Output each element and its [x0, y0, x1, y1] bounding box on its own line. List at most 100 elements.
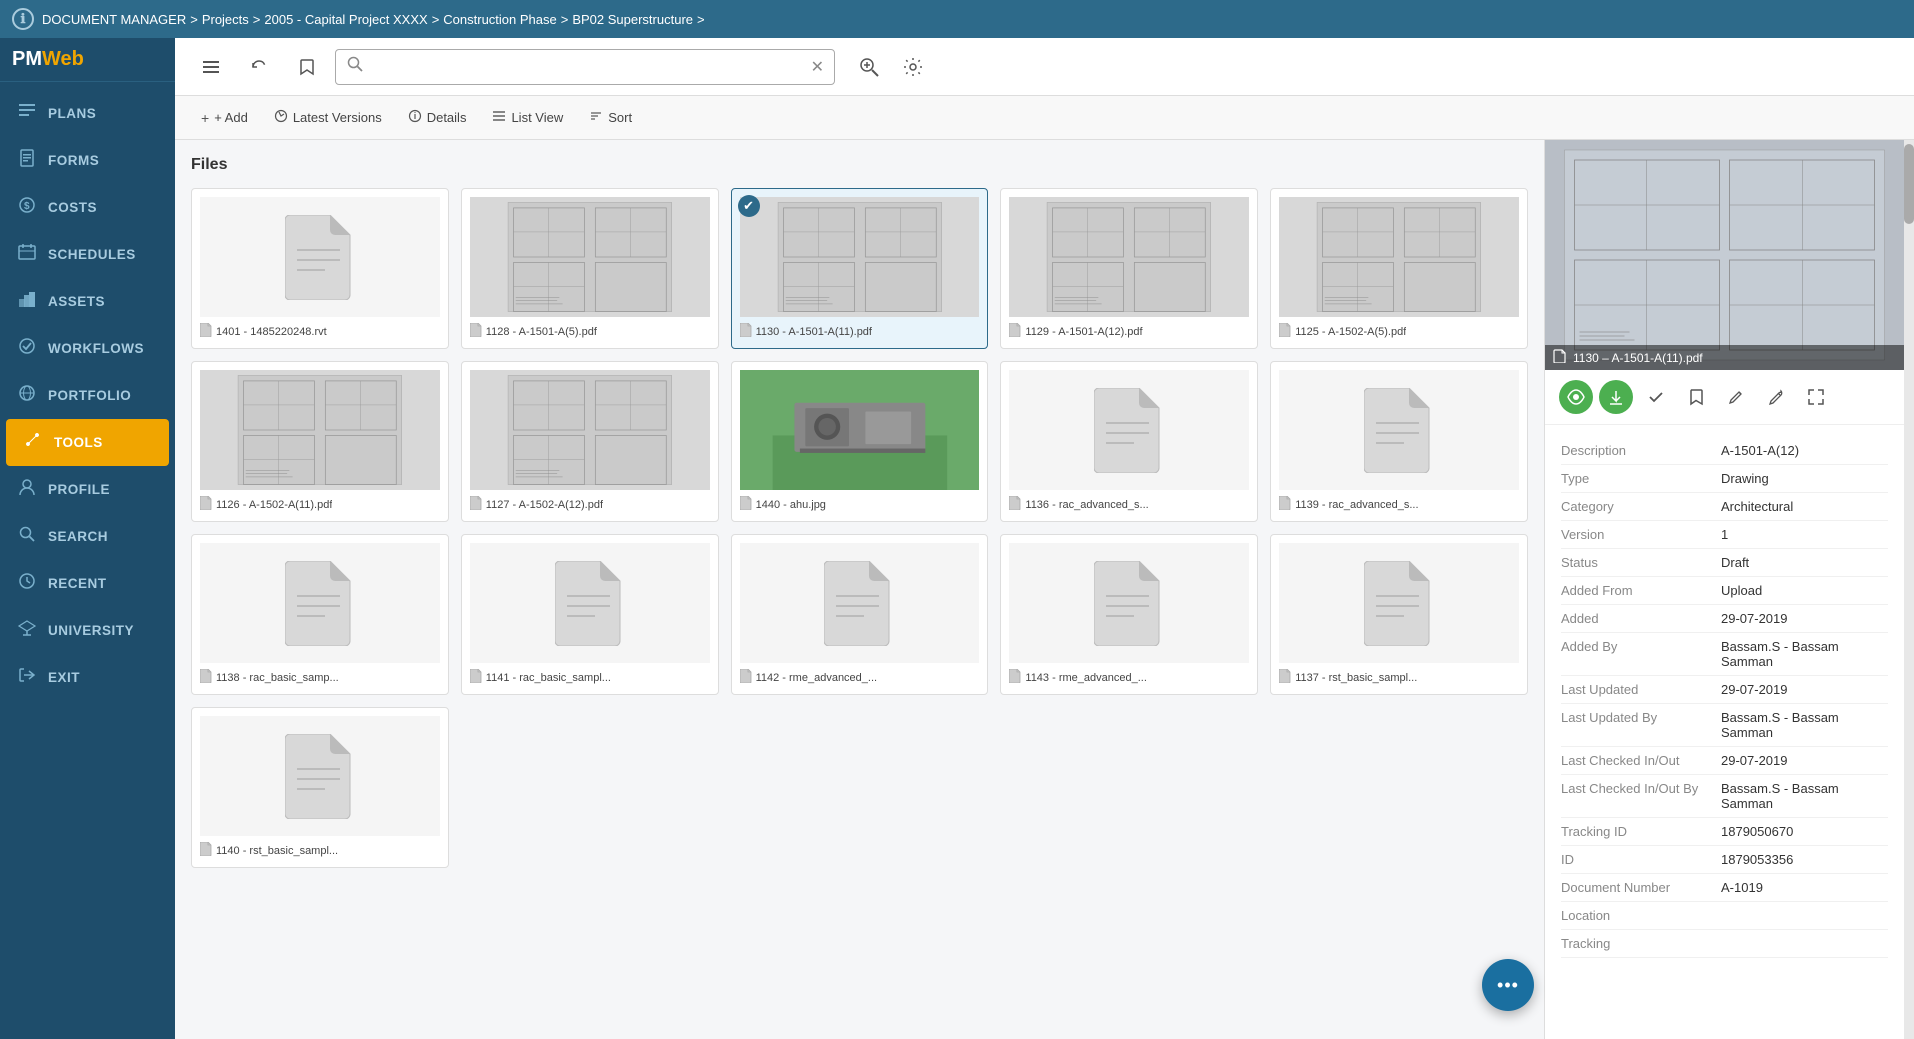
scrollbar-track[interactable] [1904, 140, 1914, 1039]
settings-button[interactable] [895, 49, 931, 85]
hamburger-button[interactable] [191, 51, 231, 83]
meta-value: 29-07-2019 [1721, 682, 1888, 697]
detail-bookmark-button[interactable] [1679, 380, 1713, 414]
file-type-icon [1279, 669, 1291, 686]
breadcrumb-capital-project[interactable]: 2005 - Capital Project XXXX [264, 12, 427, 27]
sidebar-item-workflows[interactable]: WORKFLOWS [0, 325, 175, 372]
file-card[interactable]: 1401 - 1485220248.rvt [191, 188, 449, 349]
add-button[interactable]: + + Add [191, 105, 258, 131]
meta-row: Tracking [1561, 930, 1888, 958]
file-thumb [1279, 543, 1519, 663]
bookmark-button[interactable] [287, 51, 327, 83]
search-box[interactable]: ✕ [335, 49, 835, 85]
detail-file-name: 1130 – A-1501-A(11).pdf [1573, 351, 1703, 365]
schedules-icon [16, 242, 38, 267]
file-name-row: 1125 - A-1502-A(5).pdf [1279, 323, 1519, 340]
file-card[interactable]: 1140 - rst_basic_sampl... [191, 707, 449, 868]
file-type-icon [1279, 323, 1291, 340]
breadcrumb-superstructure[interactable]: BP02 Superstructure [572, 12, 693, 27]
search-icon-sidebar [16, 524, 38, 549]
detail-expand-button[interactable] [1799, 380, 1833, 414]
sidebar-label-costs: COSTS [48, 200, 97, 215]
file-card[interactable]: 1125 - A-1502-A(5).pdf [1270, 188, 1528, 349]
sidebar-item-search[interactable]: SEARCH [0, 513, 175, 560]
file-name: 1128 - A-1501-A(5).pdf [486, 326, 597, 338]
file-card[interactable]: 1137 - rst_basic_sampl... [1270, 534, 1528, 695]
file-card[interactable]: ✔ 1130 - A-1501-A(11) [731, 188, 989, 349]
sidebar-label-recent: RECENT [48, 576, 107, 591]
sidebar-item-portfolio[interactable]: PORTFOLIO [0, 372, 175, 419]
details-icon [408, 109, 422, 126]
sidebar-item-forms[interactable]: FORMS [0, 137, 175, 184]
file-name-row: 1143 - rme_advanced_... [1009, 669, 1249, 686]
file-name-row: 1138 - rac_basic_samp... [200, 669, 440, 686]
sidebar-item-profile[interactable]: PROFILE [0, 466, 175, 513]
latest-versions-button[interactable]: Latest Versions [264, 104, 392, 131]
file-card[interactable]: 1138 - rac_basic_samp... [191, 534, 449, 695]
sidebar-item-university[interactable]: UNIVERSITY [0, 607, 175, 654]
meta-label: ID [1561, 852, 1721, 867]
file-card[interactable]: 1143 - rme_advanced_... [1000, 534, 1258, 695]
zoom-button[interactable] [851, 49, 887, 85]
detail-check-button[interactable] [1639, 380, 1673, 414]
file-type-icon [740, 669, 752, 686]
sidebar-item-plans[interactable]: PLANS [0, 90, 175, 137]
meta-label: Tracking [1561, 936, 1721, 951]
meta-value: Bassam.S - Bassam Samman [1721, 781, 1888, 811]
file-card[interactable]: 1142 - rme_advanced_... [731, 534, 989, 695]
file-thumb [740, 197, 980, 317]
file-card[interactable]: 1127 - A-1502-A(12).pdf [461, 361, 719, 522]
file-name-row: 1130 - A-1501-A(11).pdf [740, 323, 980, 340]
meta-value: 29-07-2019 [1721, 611, 1888, 626]
sidebar-item-tools[interactable]: TOOLs [6, 419, 169, 466]
portfolio-icon [16, 383, 38, 408]
meta-row: Last Checked In/Out By Bassam.S - Bassam… [1561, 775, 1888, 818]
svg-text:$: $ [24, 201, 30, 212]
breadcrumb-construction-phase[interactable]: Construction Phase [443, 12, 556, 27]
sidebar-item-costs[interactable]: $ COSTS [0, 184, 175, 231]
exit-icon [16, 665, 38, 690]
search-input[interactable] [370, 59, 805, 75]
file-card[interactable]: 1128 - A-1501-A(5).pdf [461, 188, 719, 349]
fab-button[interactable]: ••• [1482, 959, 1534, 1011]
search-clear-icon[interactable]: ✕ [811, 57, 824, 77]
meta-value: Draft [1721, 555, 1888, 570]
file-type-icon [470, 669, 482, 686]
file-thumb [470, 543, 710, 663]
details-button[interactable]: Details [398, 104, 477, 131]
breadcrumb-doc-manager[interactable]: DOCUMENT MANAGER [42, 12, 186, 27]
detail-preview-image [1545, 140, 1904, 370]
undo-button[interactable] [239, 51, 279, 83]
file-card[interactable]: 1126 - A-1502-A(11).pdf [191, 361, 449, 522]
meta-row: Description A-1501-A(12) [1561, 437, 1888, 465]
sidebar-label-university: UNIVERSITY [48, 623, 134, 638]
file-card[interactable]: 1141 - rac_basic_sampl... [461, 534, 719, 695]
meta-row: Last Updated By Bassam.S - Bassam Samman [1561, 704, 1888, 747]
meta-label: Document Number [1561, 880, 1721, 895]
sidebar-item-assets[interactable]: ASSETS [0, 278, 175, 325]
file-type-icon [200, 496, 212, 513]
sidebar-item-recent[interactable]: RECENT [0, 560, 175, 607]
list-view-button[interactable]: List View [482, 104, 573, 131]
sort-button[interactable]: Sort [579, 104, 642, 131]
detail-download-button[interactable] [1599, 380, 1633, 414]
info-icon[interactable]: ℹ [12, 8, 34, 30]
meta-label: Location [1561, 908, 1721, 923]
hamburger-icon [201, 57, 221, 77]
file-card[interactable]: 1136 - rac_advanced_s... [1000, 361, 1258, 522]
sidebar-item-schedules[interactable]: SCHEDULES [0, 231, 175, 278]
detail-edit-button[interactable] [1719, 380, 1753, 414]
detail-annotate-button[interactable] [1759, 380, 1793, 414]
recent-icon [16, 571, 38, 596]
file-type-icon [740, 323, 752, 340]
costs-icon: $ [16, 195, 38, 220]
file-card[interactable]: 1129 - A-1501-A(12).pdf [1000, 188, 1258, 349]
file-name: 1129 - A-1501-A(12).pdf [1025, 326, 1142, 338]
sidebar-item-exit[interactable]: EXIT [0, 654, 175, 701]
detail-view-button[interactable] [1559, 380, 1593, 414]
file-card[interactable]: 1440 - ahu.jpg [731, 361, 989, 522]
file-card[interactable]: 1139 - rac_advanced_s... [1270, 361, 1528, 522]
file-name: 1440 - ahu.jpg [756, 499, 826, 511]
meta-value: 1879053356 [1721, 852, 1888, 867]
breadcrumb-projects[interactable]: Projects [202, 12, 249, 27]
